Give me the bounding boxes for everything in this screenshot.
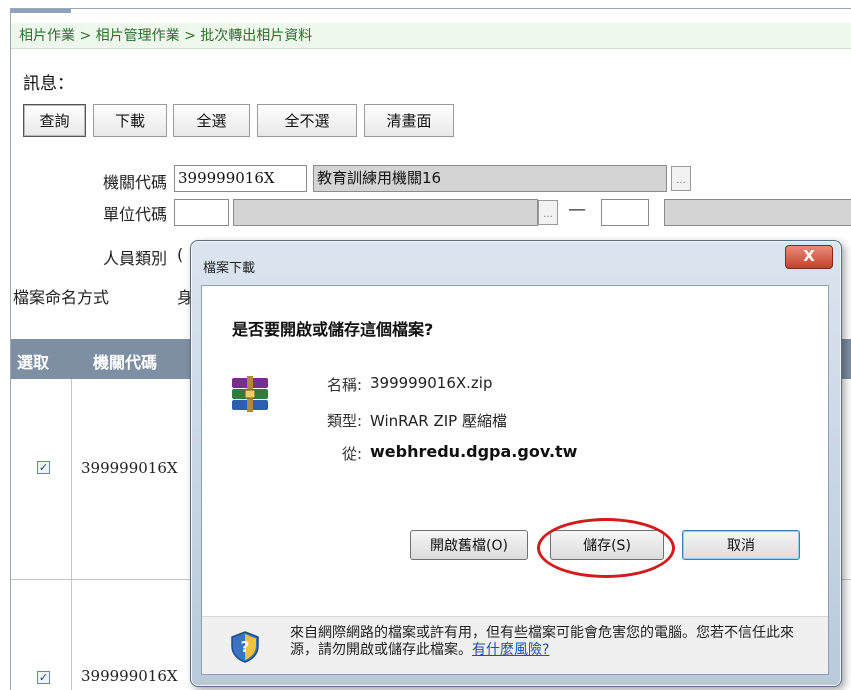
unit-name-field [233, 199, 538, 226]
file-name-value: 399999016X.zip [370, 374, 493, 392]
from-label: 從: [341, 445, 362, 463]
unit-picker-icon[interactable]: ... [538, 200, 558, 225]
clear-screen-button[interactable]: 清畫面 [364, 104, 454, 137]
winrar-archive-icon [232, 376, 268, 412]
agency-code-input[interactable]: 399999016X [174, 165, 307, 192]
agency-code-label: 機關代碼 [102, 173, 167, 192]
dialog-body: 是否要開啟或儲存這個檔案? 名稱: 399999016X.zip 類型: Win… [201, 285, 829, 675]
svg-text:?: ? [241, 638, 250, 656]
staff-type-label: 人員類別 [102, 249, 167, 268]
col-agency-code-header: 機關代碼 [93, 353, 158, 372]
download-button[interactable]: 下載 [93, 104, 167, 137]
unit-code-input[interactable] [174, 199, 229, 226]
message-label: 訊息： [23, 74, 74, 94]
file-type-value: WinRAR ZIP 壓縮檔 [370, 412, 507, 430]
dialog-title: 檔案下載 [203, 261, 256, 276]
unit-code-label: 單位代碼 [102, 205, 167, 224]
source-host-value: webhredu.dgpa.gov.tw [370, 442, 578, 461]
select-all-button[interactable]: 全選 [173, 104, 250, 137]
name-label: 名稱: [326, 376, 362, 394]
type-label: 類型: [326, 412, 362, 430]
col-select-header: 選取 [17, 353, 50, 372]
agency-picker-icon[interactable]: ... [671, 166, 691, 191]
grid-divider [71, 379, 72, 690]
cancel-button[interactable]: 取消 [682, 530, 800, 560]
annotation-highlight-ring [537, 518, 675, 578]
row-2-agency-code: 399999016X [81, 667, 178, 685]
breadcrumb: 相片作業 > 相片管理作業 > 批次轉出相片資料 [11, 23, 851, 49]
security-warning-text: 來自網際網路的檔案或許有用，但有些檔案可能會危害您的電腦。您若不信任此來源，請勿… [290, 625, 810, 659]
top-accent-strip [11, 9, 71, 13]
query-button[interactable]: 查詢 [23, 104, 86, 137]
unit-range-dash: — [568, 199, 586, 220]
security-warning-footer: ? 來自網際網路的檔案或許有用，但有些檔案可能會危害您的電腦。您若不信任此來源，… [202, 617, 828, 674]
open-button[interactable]: 開啟舊檔(O) [410, 530, 528, 560]
staff-type-select[interactable]: ( [177, 245, 183, 264]
security-shield-icon: ? [231, 631, 259, 663]
download-question: 是否要開啟或儲存這個檔案? [232, 320, 434, 339]
row-1-checkbox[interactable]: ✓ [37, 461, 50, 474]
file-download-dialog: 檔案下載 X 是否要開啟或儲存這個檔案? 名稱: 399999016X.zip … [190, 240, 842, 687]
select-none-button[interactable]: 全不選 [257, 104, 357, 137]
close-button[interactable]: X [785, 245, 833, 269]
risk-info-link[interactable]: 有什麼風險? [472, 642, 549, 658]
file-naming-label: 檔案命名方式 [13, 288, 110, 307]
unit-name-end-field [664, 199, 851, 226]
row-2-checkbox[interactable]: ✓ [37, 671, 50, 684]
agency-name-field: 教育訓練用機關16 [313, 165, 667, 192]
unit-code-end-input[interactable] [601, 199, 649, 226]
row-1-agency-code: 399999016X [81, 459, 178, 477]
